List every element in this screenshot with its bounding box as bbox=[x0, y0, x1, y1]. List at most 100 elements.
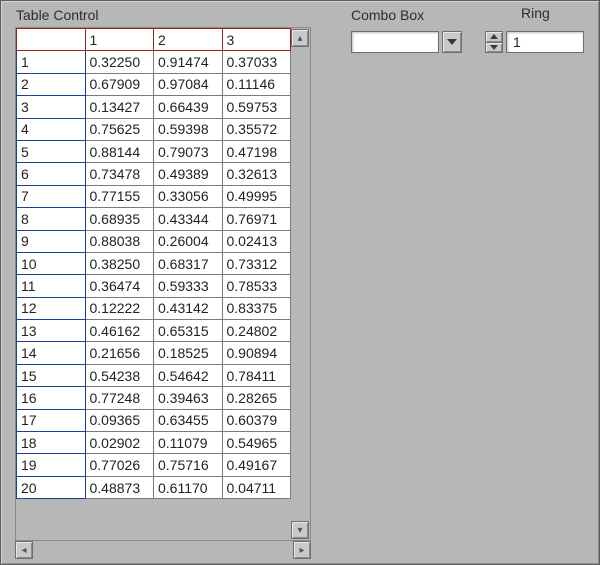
cell[interactable]: 0.91474 bbox=[154, 51, 223, 73]
table-row[interactable]: 10.322500.914740.37033 bbox=[17, 51, 291, 73]
cell[interactable]: 0.37033 bbox=[222, 51, 291, 73]
ring-control[interactable]: 1 bbox=[485, 31, 584, 53]
scroll-down-button[interactable]: ▾ bbox=[291, 521, 309, 539]
cell[interactable]: 0.02413 bbox=[222, 230, 291, 252]
table-row[interactable]: 20.679090.970840.11146 bbox=[17, 73, 291, 95]
cell[interactable]: 0.09365 bbox=[85, 409, 154, 431]
table-row[interactable]: 50.881440.790730.47198 bbox=[17, 140, 291, 162]
cell[interactable]: 0.49167 bbox=[222, 454, 291, 476]
cell[interactable]: 0.88144 bbox=[85, 140, 154, 162]
row-header[interactable]: 14 bbox=[17, 342, 86, 364]
cell[interactable]: 0.54965 bbox=[222, 432, 291, 454]
cell[interactable]: 0.12222 bbox=[85, 297, 154, 319]
row-header[interactable]: 15 bbox=[17, 364, 86, 386]
cell[interactable]: 0.79073 bbox=[154, 140, 223, 162]
cell[interactable]: 0.97084 bbox=[154, 73, 223, 95]
table-row[interactable]: 200.488730.611700.04711 bbox=[17, 476, 291, 498]
ring-spinner[interactable] bbox=[485, 31, 503, 53]
cell[interactable]: 0.54238 bbox=[85, 364, 154, 386]
cell[interactable]: 0.78411 bbox=[222, 364, 291, 386]
row-header[interactable]: 4 bbox=[17, 118, 86, 140]
cell[interactable]: 0.59753 bbox=[222, 96, 291, 118]
cell[interactable]: 0.59333 bbox=[154, 275, 223, 297]
table-control[interactable]: 1 2 3 10.322500.914740.3703320.679090.97… bbox=[15, 27, 311, 559]
row-header[interactable]: 6 bbox=[17, 163, 86, 185]
cell[interactable]: 0.32613 bbox=[222, 163, 291, 185]
cell[interactable]: 0.11146 bbox=[222, 73, 291, 95]
cell[interactable]: 0.68935 bbox=[85, 208, 154, 230]
col-header[interactable]: 1 bbox=[85, 29, 154, 51]
col-header[interactable]: 2 bbox=[154, 29, 223, 51]
cell[interactable]: 0.13427 bbox=[85, 96, 154, 118]
row-header[interactable]: 12 bbox=[17, 297, 86, 319]
table-row[interactable]: 160.772480.394630.28265 bbox=[17, 387, 291, 409]
table-row[interactable]: 170.093650.634550.60379 bbox=[17, 409, 291, 431]
cell[interactable]: 0.26004 bbox=[154, 230, 223, 252]
row-header[interactable]: 16 bbox=[17, 387, 86, 409]
table-row[interactable]: 30.134270.664390.59753 bbox=[17, 96, 291, 118]
cell[interactable]: 0.46162 bbox=[85, 320, 154, 342]
table-row[interactable]: 80.689350.433440.76971 bbox=[17, 208, 291, 230]
cell[interactable]: 0.38250 bbox=[85, 252, 154, 274]
cell[interactable]: 0.11079 bbox=[154, 432, 223, 454]
cell[interactable]: 0.18525 bbox=[154, 342, 223, 364]
cell[interactable]: 0.77155 bbox=[85, 185, 154, 207]
scroll-left-button[interactable]: ◂ bbox=[15, 541, 33, 559]
cell[interactable]: 0.88038 bbox=[85, 230, 154, 252]
cell[interactable]: 0.28265 bbox=[222, 387, 291, 409]
cell[interactable]: 0.66439 bbox=[154, 96, 223, 118]
cell[interactable]: 0.67909 bbox=[85, 73, 154, 95]
cell[interactable]: 0.76971 bbox=[222, 208, 291, 230]
row-header[interactable]: 20 bbox=[17, 476, 86, 498]
table-row[interactable]: 130.461620.653150.24802 bbox=[17, 320, 291, 342]
table-row[interactable]: 100.382500.683170.73312 bbox=[17, 252, 291, 274]
row-header[interactable]: 19 bbox=[17, 454, 86, 476]
table-row[interactable]: 40.756250.593980.35572 bbox=[17, 118, 291, 140]
cell[interactable]: 0.43344 bbox=[154, 208, 223, 230]
cell[interactable]: 0.04711 bbox=[222, 476, 291, 498]
cell[interactable]: 0.02902 bbox=[85, 432, 154, 454]
combo-field[interactable] bbox=[351, 31, 439, 53]
row-header[interactable]: 17 bbox=[17, 409, 86, 431]
cell[interactable]: 0.75625 bbox=[85, 118, 154, 140]
cell[interactable]: 0.35572 bbox=[222, 118, 291, 140]
cell[interactable]: 0.36474 bbox=[85, 275, 154, 297]
row-header[interactable]: 1 bbox=[17, 51, 86, 73]
row-header[interactable]: 2 bbox=[17, 73, 86, 95]
cell[interactable]: 0.78533 bbox=[222, 275, 291, 297]
cell[interactable]: 0.68317 bbox=[154, 252, 223, 274]
row-header[interactable]: 11 bbox=[17, 275, 86, 297]
combo-dropdown-button[interactable] bbox=[442, 31, 462, 53]
table-row[interactable]: 150.542380.546420.78411 bbox=[17, 364, 291, 386]
row-header[interactable]: 7 bbox=[17, 185, 86, 207]
table-row[interactable]: 90.880380.260040.02413 bbox=[17, 230, 291, 252]
table-row[interactable]: 140.216560.185250.90894 bbox=[17, 342, 291, 364]
cell[interactable]: 0.65315 bbox=[154, 320, 223, 342]
table-row[interactable]: 70.771550.330560.49995 bbox=[17, 185, 291, 207]
ring-field[interactable]: 1 bbox=[506, 31, 584, 53]
cell[interactable]: 0.63455 bbox=[154, 409, 223, 431]
cell[interactable]: 0.73478 bbox=[85, 163, 154, 185]
cell[interactable]: 0.49995 bbox=[222, 185, 291, 207]
ring-increment-button[interactable] bbox=[485, 31, 503, 43]
cell[interactable]: 0.39463 bbox=[154, 387, 223, 409]
cell[interactable]: 0.75716 bbox=[154, 454, 223, 476]
row-header[interactable]: 13 bbox=[17, 320, 86, 342]
table-row[interactable]: 190.770260.757160.49167 bbox=[17, 454, 291, 476]
row-header[interactable]: 3 bbox=[17, 96, 86, 118]
combo-box[interactable] bbox=[351, 31, 462, 53]
table-grid[interactable]: 1 2 3 10.322500.914740.3703320.679090.97… bbox=[16, 28, 291, 499]
table-hscroll[interactable]: ◂ ▸ bbox=[15, 541, 311, 559]
row-header[interactable]: 8 bbox=[17, 208, 86, 230]
table-row[interactable]: 180.029020.110790.54965 bbox=[17, 432, 291, 454]
scroll-right-button[interactable]: ▸ bbox=[293, 541, 311, 559]
cell[interactable]: 0.48873 bbox=[85, 476, 154, 498]
cell[interactable]: 0.24802 bbox=[222, 320, 291, 342]
cell[interactable]: 0.33056 bbox=[154, 185, 223, 207]
table-row[interactable]: 120.122220.431420.83375 bbox=[17, 297, 291, 319]
table-row[interactable]: 110.364740.593330.78533 bbox=[17, 275, 291, 297]
ring-decrement-button[interactable] bbox=[485, 43, 503, 54]
cell[interactable]: 0.59398 bbox=[154, 118, 223, 140]
cell[interactable]: 0.77248 bbox=[85, 387, 154, 409]
cell[interactable]: 0.43142 bbox=[154, 297, 223, 319]
